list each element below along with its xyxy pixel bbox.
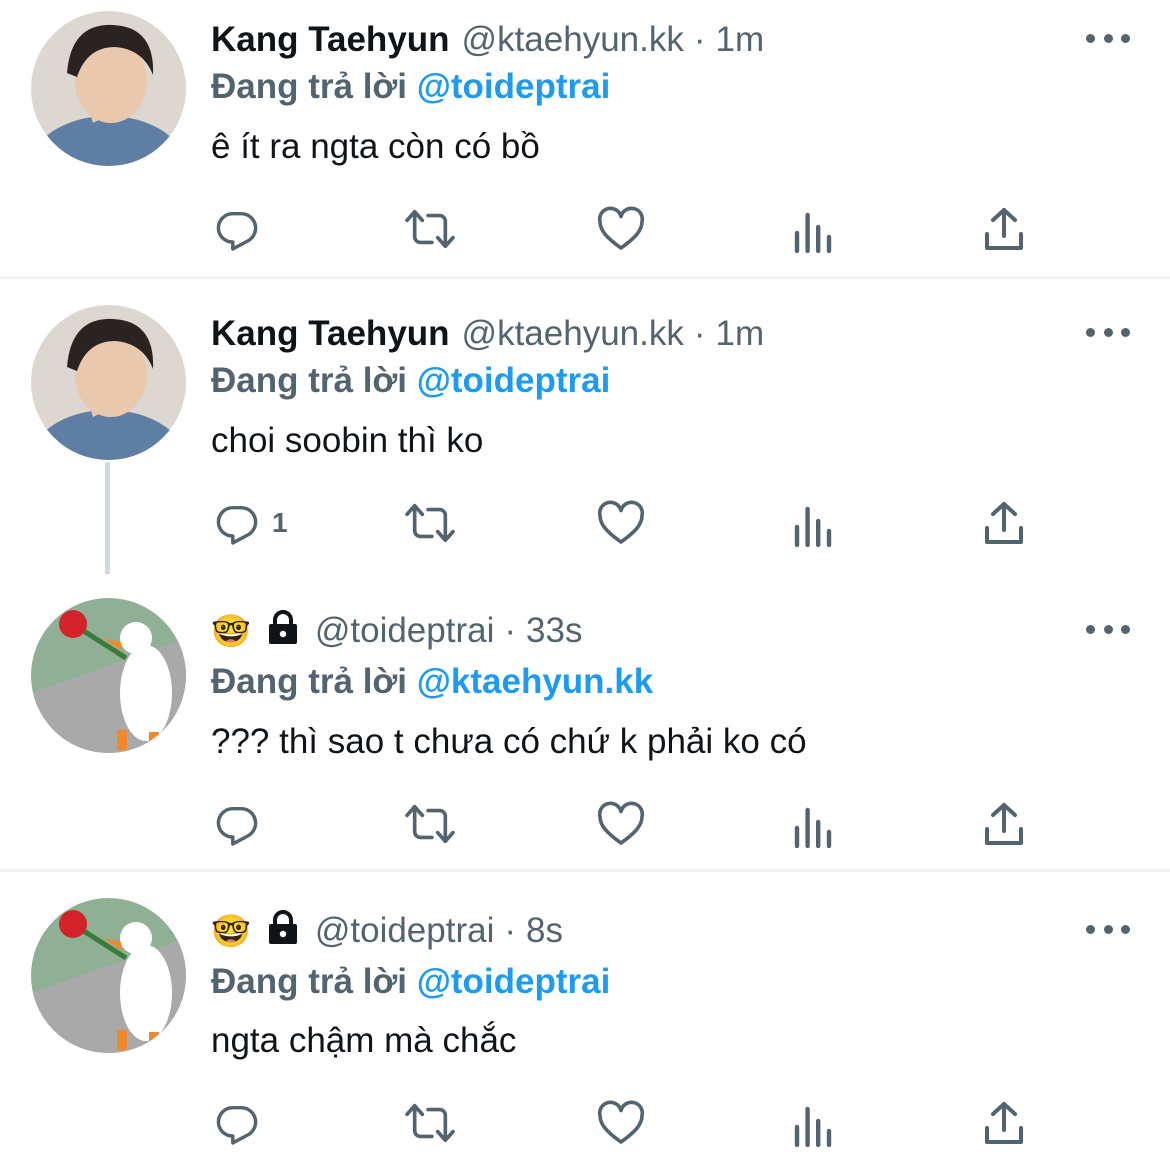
retweet-icon <box>405 1103 455 1143</box>
tweet[interactable]: 🤓 @toideptrai · 8s Đang trả lời @toidept… <box>0 872 1170 1165</box>
tweet-text: ??? thì sao t chưa có chứ k phải ko có <box>211 722 807 761</box>
reply-button[interactable] <box>214 1098 272 1148</box>
more-icon[interactable] <box>1086 31 1130 45</box>
user-handle[interactable]: @toideptrai <box>315 611 495 651</box>
retweet-button[interactable] <box>402 799 458 849</box>
reply-mention-link[interactable]: @toideptrai <box>417 962 611 1001</box>
heart-icon <box>597 206 645 250</box>
like-button[interactable] <box>597 498 645 548</box>
lock-icon <box>265 609 301 653</box>
more-icon[interactable] <box>1086 922 1130 936</box>
avatar[interactable] <box>31 898 186 1053</box>
avatar[interactable] <box>31 598 186 753</box>
tweet-header: 🤓 @toideptrai · 33s <box>211 606 582 656</box>
timestamp[interactable]: 8s <box>526 911 563 951</box>
user-handle[interactable]: @toideptrai <box>315 911 495 951</box>
views-icon <box>794 807 832 848</box>
separator-dot: · <box>504 911 517 950</box>
like-button[interactable] <box>597 1098 645 1148</box>
tweet-text: ê ít ra ngta còn có bồ <box>211 127 540 166</box>
reply-icon <box>216 211 258 251</box>
replying-to: Đang trả lời @toideptrai <box>211 959 610 1005</box>
retweet-button[interactable] <box>402 204 458 254</box>
thread-line <box>105 462 110 574</box>
nerd-emoji-icon: 🤓 <box>211 612 251 650</box>
reply-button[interactable] <box>214 204 272 254</box>
separator-dot: · <box>693 314 706 353</box>
reply-label: Đang trả lời <box>211 361 408 400</box>
share-button[interactable] <box>983 799 1025 849</box>
views-button[interactable] <box>793 501 833 551</box>
more-icon[interactable] <box>1086 325 1130 339</box>
reply-mention-link[interactable]: @toideptrai <box>417 361 611 400</box>
tweet[interactable]: Kang Taehyun @ktaehyun.kk · 1m Đang trả … <box>0 279 1170 579</box>
views-button[interactable] <box>793 207 833 257</box>
share-button[interactable] <box>983 204 1025 254</box>
timestamp[interactable]: 1m <box>716 20 765 60</box>
reply-button[interactable] <box>214 799 272 849</box>
tweet[interactable]: 🤓 @toideptrai · 33s Đang trả lời @ktaehy… <box>0 579 1170 869</box>
share-icon <box>985 502 1023 544</box>
share-icon <box>985 803 1023 845</box>
like-button[interactable] <box>597 799 645 849</box>
retweet-button[interactable] <box>402 498 458 548</box>
reply-label: Đang trả lời <box>211 67 408 106</box>
reply-icon <box>216 505 258 545</box>
replying-to: Đang trả lời @ktaehyun.kk <box>211 659 653 705</box>
display-name[interactable]: Kang Taehyun <box>211 314 450 354</box>
share-icon <box>985 1102 1023 1144</box>
like-button[interactable] <box>597 204 645 254</box>
tweet[interactable]: Kang Taehyun @ktaehyun.kk · 1m Đang trả … <box>0 0 1170 277</box>
reply-mention-link[interactable]: @toideptrai <box>417 67 611 106</box>
tweet-header: Kang Taehyun @ktaehyun.kk · 1m <box>211 15 764 65</box>
views-icon <box>794 1106 832 1147</box>
separator-dot: · <box>504 611 517 650</box>
share-button[interactable] <box>983 1098 1025 1148</box>
retweet-icon <box>405 503 455 543</box>
user-handle[interactable]: @ktaehyun.kk <box>462 20 684 60</box>
reply-count: 1 <box>272 507 288 538</box>
retweet-icon <box>405 209 455 249</box>
tweet-text: ngta chậm mà chắc <box>211 1021 517 1060</box>
views-button[interactable] <box>793 802 833 852</box>
retweet-button[interactable] <box>402 1098 458 1148</box>
views-icon <box>794 212 832 253</box>
heart-icon <box>597 801 645 845</box>
avatar[interactable] <box>31 11 186 166</box>
reply-label: Đang trả lời <box>211 962 408 1001</box>
share-button[interactable] <box>983 498 1025 548</box>
tweet-header: 🤓 @toideptrai · 8s <box>211 906 563 956</box>
reply-mention-link[interactable]: @ktaehyun.kk <box>417 662 653 701</box>
nerd-emoji-icon: 🤓 <box>211 912 251 950</box>
lock-icon <box>265 909 301 953</box>
replying-to: Đang trả lời @toideptrai <box>211 358 610 404</box>
tweet-text: choi soobin thì ko <box>211 421 484 460</box>
heart-icon <box>597 1100 645 1144</box>
views-button[interactable] <box>793 1101 833 1151</box>
views-icon <box>794 506 832 547</box>
user-handle[interactable]: @ktaehyun.kk <box>462 314 684 354</box>
reply-icon <box>216 806 258 846</box>
heart-icon <box>597 500 645 544</box>
more-icon[interactable] <box>1086 622 1130 636</box>
tweet-header: Kang Taehyun @ktaehyun.kk · 1m <box>211 309 764 359</box>
share-icon <box>985 208 1023 250</box>
reply-label: Đang trả lời <box>211 662 408 701</box>
timestamp[interactable]: 1m <box>716 314 765 354</box>
timestamp[interactable]: 33s <box>526 611 582 651</box>
avatar[interactable] <box>31 305 186 460</box>
separator-dot: · <box>693 20 706 59</box>
display-name[interactable]: Kang Taehyun <box>211 20 450 60</box>
retweet-icon <box>405 804 455 844</box>
reply-button[interactable]: 1 <box>214 498 288 548</box>
replying-to: Đang trả lời @toideptrai <box>211 64 610 110</box>
reply-icon <box>216 1105 258 1145</box>
